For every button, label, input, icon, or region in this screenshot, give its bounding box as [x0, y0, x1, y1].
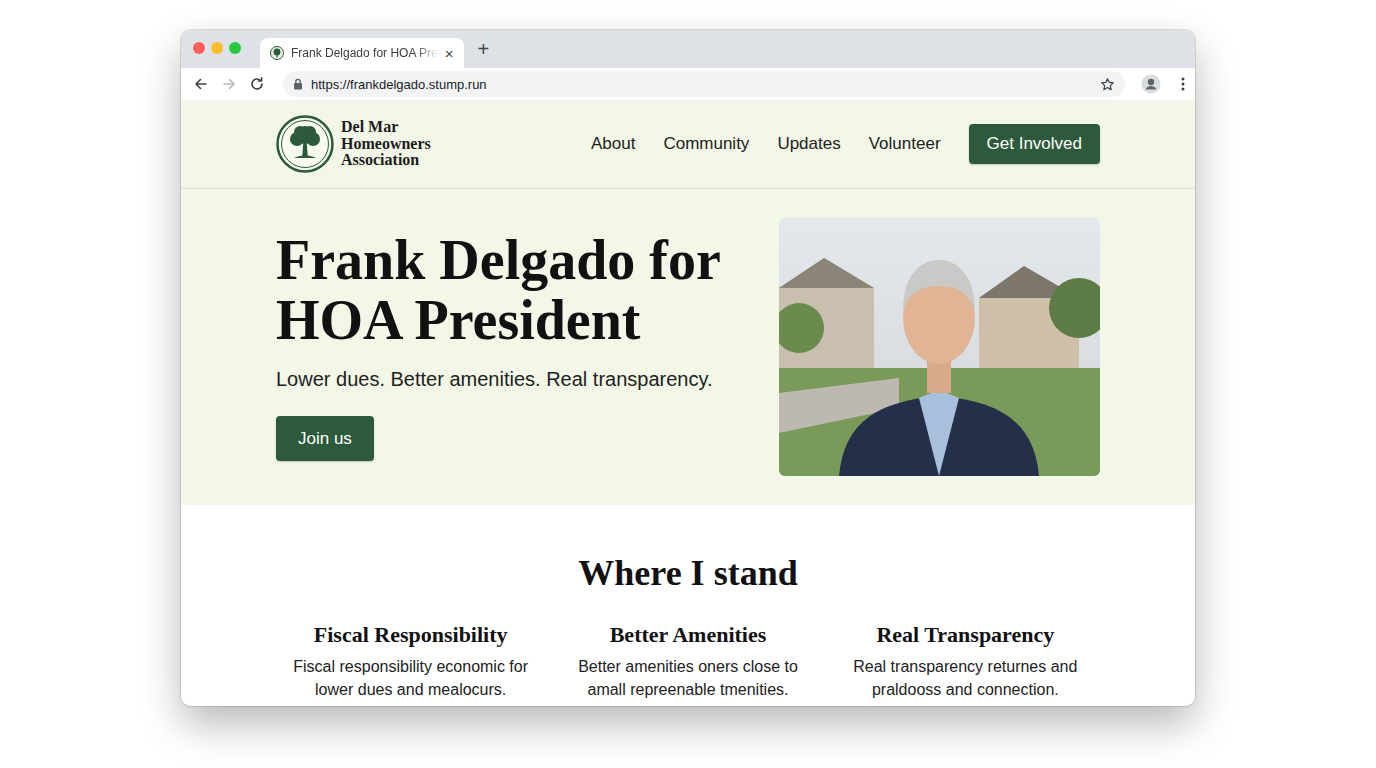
position-text-line: Real transparency returnes and — [831, 655, 1100, 678]
logo-line[interactable]: Homeowners — [341, 136, 431, 153]
back-arrow-icon[interactable] — [193, 76, 209, 92]
position-text-line: Fiscal responsibility economic for — [276, 655, 545, 678]
hero-tagline: Lower dues. Better amenities. Real trans… — [276, 368, 756, 391]
tab-title[interactable]: Frank Delgado for HOA Pre — [291, 46, 438, 60]
close-window-icon[interactable] — [193, 42, 205, 54]
position-text-line: praldooss and connection. — [831, 678, 1100, 701]
position-title: Better Amenities — [553, 621, 822, 649]
address-url[interactable]: https://frankdelgado.stump.run — [311, 77, 1092, 92]
position-title: Fiscal Responsibility — [276, 621, 545, 649]
position-text-line: amall repreenable tmenities. — [553, 678, 822, 701]
bookmark-star-icon[interactable] — [1100, 77, 1115, 92]
position-card: Real Transparency Real transparency retur… — [831, 621, 1100, 701]
nav-link[interactable]: About — [591, 134, 635, 154]
position-text-line: Better amenities oners close to — [553, 655, 822, 678]
reload-icon[interactable] — [249, 76, 265, 92]
nav-link[interactable]: Volunteer — [869, 134, 941, 154]
browser-toolbar: https://frankdelgado.stump.run — [181, 68, 1195, 100]
positions-heading: Where I stand — [181, 551, 1195, 595]
position-text: Fiscal responsibility economic forlower … — [276, 655, 545, 701]
hero-title: Frank Delgado for HOA President — [276, 230, 756, 350]
address-bar[interactable]: https://frankdelgado.stump.run — [283, 71, 1125, 97]
positions-section: Where I standFiscal ResponsibilityFiscal… — [181, 505, 1195, 701]
tree-logo-icon[interactable] — [276, 115, 334, 173]
positions-list: Fiscal Responsibility Fiscal responsibili… — [276, 621, 1100, 701]
logo-line[interactable]: Association — [341, 152, 431, 169]
maximize-window-icon[interactable] — [229, 42, 241, 54]
site-logo[interactable]: Del MarHomeownersAssociation — [276, 115, 431, 173]
lock-icon — [293, 78, 303, 90]
nav-link[interactable]: Updates — [777, 134, 840, 154]
tab-close-button[interactable]: × — [445, 46, 454, 61]
candidate-photo — [779, 218, 1100, 476]
new-tab-button[interactable]: + — [478, 39, 490, 59]
join-us-button[interactable]: Join us — [276, 416, 374, 461]
position-text: Better amenities oners close toamall rep… — [553, 655, 822, 701]
tree-favicon-icon — [270, 46, 284, 60]
web-page: Del MarHomeownersAssociation About Communi… — [181, 100, 1195, 706]
nav-link[interactable]: Community — [663, 134, 749, 154]
profile-icon[interactable] — [1141, 74, 1161, 94]
site-header: Del MarHomeownersAssociation About Communi… — [181, 100, 1195, 189]
minimize-window-icon[interactable] — [211, 42, 223, 54]
window-controls — [193, 42, 241, 54]
position-text: Real transparency returnes andpraldooss … — [831, 655, 1100, 701]
get-involved-button[interactable]: Get Involved — [969, 124, 1100, 164]
position-card: Fiscal Responsibility Fiscal responsibili… — [276, 621, 545, 701]
site-nav: About Community Updates Volunteer Get Involv… — [591, 124, 1100, 164]
title-bar: Frank Delgado for HOA Pre × + — [181, 30, 1195, 68]
menu-dots-icon[interactable] — [1181, 77, 1185, 91]
forward-arrow-icon[interactable] — [221, 76, 237, 92]
browser-tab[interactable]: Frank Delgado for HOA Pre × — [260, 38, 464, 68]
position-card: Better Amenities Better amenities oners c… — [553, 621, 822, 701]
hero-section: Frank Delgado for HOA President Lower due… — [181, 189, 1195, 505]
logo-line[interactable]: Del Mar — [341, 119, 431, 136]
association-name: Del MarHomeownersAssociation — [341, 119, 431, 169]
position-text-line: lower dues and mealocurs. — [276, 678, 545, 701]
position-title: Real Transparency — [831, 621, 1100, 649]
browser-window: Frank Delgado for HOA Pre × + https://frank… — [181, 30, 1195, 706]
